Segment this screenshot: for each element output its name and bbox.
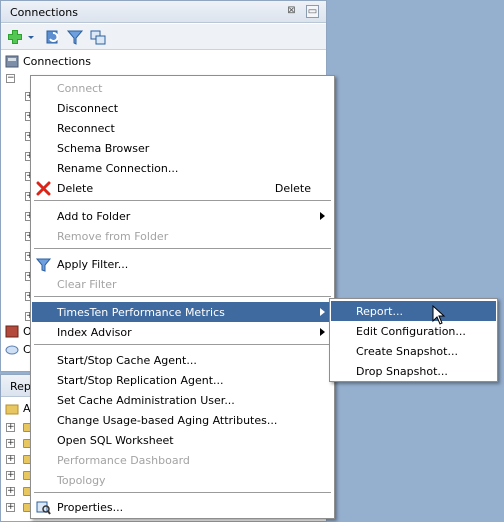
menu-item-label: Start/Stop Cache Agent...	[57, 354, 197, 367]
menu-item-start-stop-cache-agent[interactable]: Start/Stop Cache Agent...	[32, 350, 333, 370]
menu-item-timesten-performance-metrics[interactable]: TimesTen Performance Metrics	[32, 302, 333, 322]
expand-icon[interactable]: +	[6, 423, 15, 432]
submenu-item-create-snapshot[interactable]: Create Snapshot...	[331, 341, 496, 361]
minimize-panel-icon[interactable]: ▭	[306, 5, 319, 18]
close-panel-icon[interactable]: ⊠	[285, 5, 298, 18]
menu-item-label: Edit Configuration...	[356, 325, 466, 338]
menu-item-start-stop-replication-agent[interactable]: Start/Stop Replication Agent...	[32, 370, 333, 390]
reports-folder-icon	[5, 403, 19, 415]
reports-panel-title: Rep	[10, 380, 31, 393]
menu-item-label: Index Advisor	[57, 326, 132, 339]
database-connections-icon	[5, 55, 19, 68]
menu-item-label: Connect	[57, 82, 103, 95]
menu-item-label: Start/Stop Replication Agent...	[57, 374, 224, 387]
menu-item-label: Create Snapshot...	[356, 345, 458, 358]
menu-item-label: Open SQL Worksheet	[57, 434, 174, 447]
filter-icon[interactable]	[66, 28, 84, 46]
submenu-item-edit-configuration[interactable]: Edit Configuration...	[331, 321, 496, 341]
submenu-arrow-icon	[320, 308, 325, 316]
menu-separator	[34, 248, 331, 249]
menu-item-label: Rename Connection...	[57, 162, 179, 175]
database-icon	[5, 325, 19, 338]
properties-icon	[36, 500, 51, 515]
collapse-icon[interactable]: −	[6, 74, 15, 83]
menu-item-change-aging-attributes[interactable]: Change Usage-based Aging Attributes...	[32, 410, 333, 430]
connections-root-label: Connections	[23, 55, 91, 68]
menu-item-clear-filter[interactable]: Clear Filter	[32, 274, 333, 294]
menu-item-index-advisor[interactable]: Index Advisor	[32, 322, 333, 342]
menu-item-open-sql-worksheet[interactable]: Open SQL Worksheet	[32, 430, 333, 450]
menu-item-label: Apply Filter...	[57, 258, 129, 271]
delete-x-icon	[36, 181, 51, 196]
performance-metrics-submenu: Report... Edit Configuration... Create S…	[329, 298, 498, 382]
menu-item-label: Remove from Folder	[57, 230, 169, 243]
menu-item-properties[interactable]: Properties...	[32, 497, 333, 517]
menu-item-label: Properties...	[57, 501, 124, 514]
menu-item-reconnect[interactable]: Reconnect	[32, 118, 333, 138]
menu-item-apply-filter[interactable]: Apply Filter...	[32, 254, 333, 274]
menu-item-label: Performance Dashboard	[57, 454, 190, 467]
menu-item-rename-connection[interactable]: Rename Connection...	[32, 158, 333, 178]
cloud-icon	[5, 344, 19, 355]
menu-item-connect[interactable]: Connect	[32, 78, 333, 98]
expand-icon[interactable]: +	[6, 487, 15, 496]
menu-item-label: Clear Filter	[57, 278, 117, 291]
menu-item-delete[interactable]: Delete Delete	[32, 178, 333, 198]
connections-panel-header: Connections ⊠ ▭	[1, 1, 326, 23]
connection-context-menu: Connect Disconnect Reconnect Schema Brow…	[30, 75, 335, 519]
schema-browser-icon[interactable]	[89, 28, 107, 46]
dropdown-arrow-icon[interactable]	[26, 28, 36, 46]
menu-separator	[34, 200, 331, 201]
refresh-icon[interactable]	[44, 28, 62, 46]
menu-item-label: Drop Snapshot...	[356, 365, 448, 378]
expand-icon[interactable]: +	[6, 439, 15, 448]
menu-item-label: Set Cache Administration User...	[57, 394, 235, 407]
menu-separator	[34, 296, 331, 297]
connections-toolbar	[1, 24, 326, 50]
menu-item-label: Change Usage-based Aging Attributes...	[57, 414, 278, 427]
mouse-pointer-icon	[432, 304, 446, 325]
menu-item-disconnect[interactable]: Disconnect	[32, 98, 333, 118]
menu-item-remove-from-folder[interactable]: Remove from Folder	[32, 226, 333, 246]
menu-item-schema-browser[interactable]: Schema Browser	[32, 138, 333, 158]
menu-item-label: Schema Browser	[57, 142, 150, 155]
connections-panel-title: Connections	[10, 6, 78, 19]
menu-item-label: Reconnect	[57, 122, 115, 135]
menu-item-label: Disconnect	[57, 102, 119, 115]
menu-item-topology[interactable]: Topology	[32, 470, 333, 490]
submenu-item-drop-snapshot[interactable]: Drop Snapshot...	[331, 361, 496, 381]
menu-item-label: Delete	[57, 182, 94, 195]
menu-separator	[34, 344, 331, 345]
submenu-item-report[interactable]: Report...	[331, 301, 496, 321]
menu-item-performance-dashboard[interactable]: Performance Dashboard	[32, 450, 333, 470]
submenu-arrow-icon	[320, 212, 325, 220]
filter-icon	[35, 257, 52, 272]
expand-icon[interactable]: +	[6, 471, 15, 480]
menu-item-add-to-folder[interactable]: Add to Folder	[32, 206, 333, 226]
expand-icon[interactable]: +	[6, 455, 15, 464]
menu-item-label: TimesTen Performance Metrics	[57, 306, 225, 319]
expand-icon[interactable]: +	[6, 503, 15, 512]
submenu-arrow-icon	[320, 328, 325, 336]
menu-item-label: Topology	[57, 474, 106, 487]
menu-item-label: Add to Folder	[57, 210, 131, 223]
menu-separator	[34, 492, 331, 493]
delete-accelerator: Delete	[274, 182, 311, 195]
menu-item-label: Report...	[356, 305, 403, 318]
menu-item-set-cache-admin-user[interactable]: Set Cache Administration User...	[32, 390, 333, 410]
add-connection-icon[interactable]	[6, 28, 24, 46]
